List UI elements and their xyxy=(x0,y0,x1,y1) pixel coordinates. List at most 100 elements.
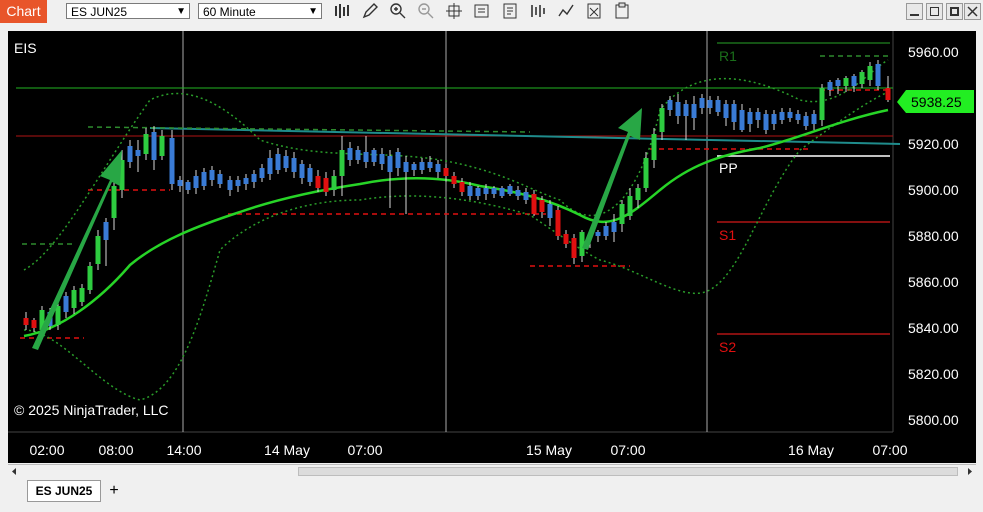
candle-body xyxy=(595,232,601,236)
interval-select[interactable]: 60 Minute ▼ xyxy=(198,3,322,19)
candle-body xyxy=(55,306,61,325)
chevron-down-icon: ▼ xyxy=(176,6,186,17)
up-arrow-icon xyxy=(32,150,122,350)
candle-body xyxy=(491,188,497,194)
candle-body xyxy=(111,186,117,218)
candle-body xyxy=(177,180,183,186)
candle-body xyxy=(95,236,101,264)
candle-body xyxy=(603,226,609,236)
crosshair-icon[interactable] xyxy=(445,2,463,20)
close-icon xyxy=(967,6,978,17)
x-tick-label: 14 May xyxy=(264,442,310,458)
pivot-label-r1: R1 xyxy=(719,48,737,64)
candle-body xyxy=(507,186,513,194)
x-tick-label: 15 May xyxy=(526,442,572,458)
y-tick-label: 5840.00 xyxy=(908,320,959,336)
candles xyxy=(23,60,891,336)
candle-body xyxy=(475,188,481,196)
candle-body xyxy=(411,164,417,170)
data-box-icon[interactable] xyxy=(473,2,491,20)
candle-body xyxy=(403,162,409,172)
instrument-value: ES JUN25 xyxy=(71,5,128,19)
candle-body xyxy=(387,156,393,172)
maximize-button[interactable] xyxy=(946,3,963,20)
candle-body xyxy=(331,176,337,190)
draw-pencil-icon[interactable] xyxy=(361,2,379,20)
candle-body xyxy=(803,116,809,126)
strategies-icon[interactable] xyxy=(529,2,547,20)
y-tick-label: 5800.00 xyxy=(908,412,959,428)
scroll-right-icon[interactable] xyxy=(966,467,974,476)
tab-es-jun25[interactable]: ES JUN25 xyxy=(27,480,101,502)
x-tick-label: 07:00 xyxy=(610,442,645,458)
instrument-label: EIS xyxy=(14,40,37,56)
candle-body xyxy=(79,288,85,302)
y-tick-label: 5920.00 xyxy=(908,136,959,152)
candle-body xyxy=(651,134,657,160)
candle-body xyxy=(355,150,361,160)
pivot-lines xyxy=(717,42,890,335)
window-title[interactable]: Chart xyxy=(0,0,47,23)
candle-body xyxy=(635,188,641,200)
horizontal-scrollbar[interactable] xyxy=(8,464,976,478)
scroll-thumb[interactable] xyxy=(298,467,958,476)
bar-type-icon[interactable] xyxy=(333,2,351,20)
candle-body xyxy=(539,200,545,212)
candle-body xyxy=(193,176,199,188)
candle-body xyxy=(499,188,505,196)
y-tick-label: 5880.00 xyxy=(908,228,959,244)
indicators-icon[interactable] xyxy=(557,2,575,20)
x-tick-label: 07:00 xyxy=(347,442,382,458)
candle-body xyxy=(323,178,329,192)
candle-body xyxy=(715,100,721,112)
zoom-in-icon[interactable] xyxy=(389,2,407,20)
properties-icon[interactable] xyxy=(585,2,603,20)
minimize-button[interactable] xyxy=(906,3,923,20)
candle-body xyxy=(71,290,77,308)
candle-body xyxy=(259,168,265,178)
restore-button[interactable] xyxy=(926,3,943,20)
template-icon[interactable] xyxy=(501,2,519,20)
candle-body xyxy=(217,174,223,184)
candle-body xyxy=(435,164,441,172)
instrument-select[interactable]: ES JUN25 ▼ xyxy=(66,3,190,19)
candle-body xyxy=(659,108,665,132)
candle-body xyxy=(723,104,729,118)
candle-body xyxy=(843,78,849,86)
candle-body xyxy=(339,150,345,176)
candle-body xyxy=(755,112,761,120)
candle-body xyxy=(787,112,793,118)
candle-body xyxy=(23,318,29,325)
candle-body xyxy=(103,222,109,240)
candle-body xyxy=(547,204,553,218)
close-button[interactable] xyxy=(964,3,981,20)
candle-body xyxy=(667,100,673,110)
candle-body xyxy=(201,172,207,186)
chevron-down-icon: ▼ xyxy=(308,6,318,17)
candle-body xyxy=(819,88,825,120)
zoom-out-icon[interactable] xyxy=(417,2,435,20)
candle-body xyxy=(243,178,249,184)
candle-body xyxy=(395,152,401,168)
y-tick-label: 5860.00 xyxy=(908,274,959,290)
candle-body xyxy=(419,162,425,170)
candle-body xyxy=(209,170,215,180)
candle-body xyxy=(87,266,93,290)
price-chart[interactable]: EIS © 2025 NinjaTrader, LLC R1 PP S1 S2 … xyxy=(8,31,976,463)
candle-body xyxy=(515,190,521,196)
candle-body xyxy=(347,148,353,160)
candle-body xyxy=(747,112,753,124)
x-tick-label: 07:00 xyxy=(872,442,907,458)
candle-body xyxy=(739,110,745,130)
clipboard-icon[interactable] xyxy=(613,2,631,20)
candle-body xyxy=(691,104,697,118)
add-tab-button[interactable]: + xyxy=(104,481,124,501)
swing-levels xyxy=(20,55,888,339)
candle-body xyxy=(299,164,305,178)
candle-body xyxy=(275,154,281,170)
candle-body xyxy=(683,104,689,116)
scroll-left-icon[interactable] xyxy=(10,467,18,476)
copyright-text: © 2025 NinjaTrader, LLC xyxy=(14,402,169,418)
candle-body xyxy=(731,104,737,122)
chart-panel[interactable]: EIS © 2025 NinjaTrader, LLC R1 PP S1 S2 … xyxy=(8,31,976,463)
